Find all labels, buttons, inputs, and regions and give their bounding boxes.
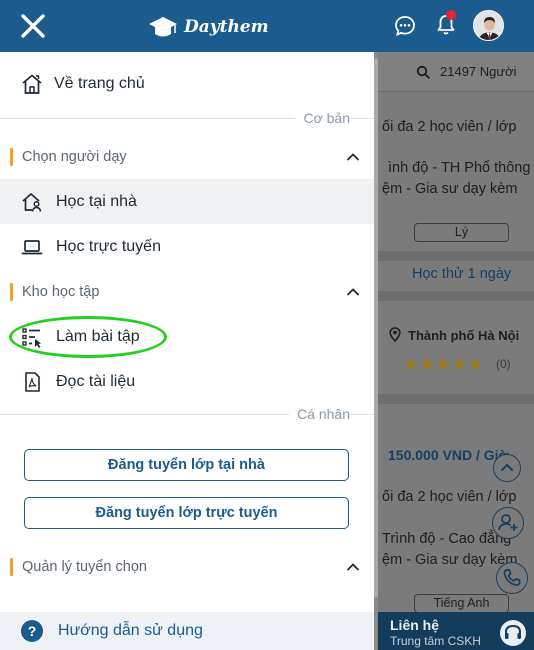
menu-item-home[interactable]: Về trang chủ — [0, 61, 374, 106]
headset-icon — [500, 620, 526, 646]
user-avatar[interactable] — [473, 10, 504, 41]
background-divider — [378, 291, 534, 301]
chevron-up-icon — [347, 563, 359, 571]
help-guide-row[interactable]: ? Hướng dẫn sử dụng — [0, 612, 374, 650]
section-title-basic: Cơ bản — [295, 110, 350, 126]
help-label: Hướng dẫn sử dụng — [58, 622, 203, 639]
background-subject-badge: Tiếng Anh — [414, 594, 509, 613]
background-location: Thành phố Hà Nội — [408, 328, 520, 343]
top-app-bar: Daythem — [0, 0, 534, 52]
pdf-document-icon — [25, 371, 40, 392]
scroll-top-button[interactable] — [493, 454, 521, 482]
post-online-class-button[interactable]: Đăng tuyển lớp trực tuyến — [24, 497, 349, 529]
background-text: ệm - Gia sư dạy kèm — [382, 181, 518, 197]
home-icon — [22, 74, 42, 94]
background-text: ối đa 2 học viên / lớp — [382, 489, 517, 505]
menu-item-label: Về trang chủ — [54, 74, 145, 92]
background-text: ối đa 2 học viên / lớp — [382, 119, 517, 135]
background-text: ình độ - TH Phổ thông — [388, 160, 531, 176]
phone-call-button[interactable] — [496, 562, 528, 594]
background-text: Trình độ - Cao đẳng — [382, 531, 512, 547]
group-label: Quản lý tuyển chọn — [22, 559, 147, 575]
background-search-bar: 21497 Người — [378, 52, 534, 92]
menu-item-label: Học tại nhà — [56, 192, 137, 210]
close-icon — [21, 14, 45, 38]
add-user-icon — [498, 514, 518, 531]
background-search-count: 21497 Người — [440, 64, 517, 79]
background-rating-count: (0) — [496, 357, 511, 371]
contact-title: Liên hệ — [390, 617, 440, 633]
group-accent-bar — [10, 283, 13, 301]
group-label: Chọn người dạy — [22, 149, 127, 165]
graduation-cap-icon — [149, 17, 177, 37]
chevron-up-icon — [347, 288, 359, 296]
menu-item-label: Đọc tài liệu — [56, 372, 136, 390]
section-title-personal: Cá nhân — [289, 406, 350, 422]
group-header-learning-store[interactable]: Kho học tập — [10, 281, 360, 303]
menu-item-read-documents[interactable]: Đọc tài liệu — [0, 359, 374, 404]
help-question-icon: ? — [21, 620, 43, 642]
group-header-manage-selection[interactable]: Quản lý tuyển chọn — [10, 556, 360, 578]
background-price: 150.000 VND / Giờ — [388, 447, 509, 463]
close-menu-button[interactable] — [18, 11, 48, 41]
add-user-button[interactable] — [492, 507, 524, 539]
search-icon — [416, 65, 430, 79]
background-subject-badge: Lý — [414, 223, 509, 242]
background-divider — [378, 251, 534, 261]
group-accent-bar — [10, 558, 13, 576]
chat-button[interactable] — [393, 14, 417, 38]
chat-bubble-icon — [395, 16, 415, 37]
menu-item-online-tutoring[interactable]: Học trực tuyến — [0, 224, 374, 269]
phone-icon — [503, 569, 521, 586]
contact-subtitle: Trung tâm CSKH — [390, 634, 481, 648]
laptop-icon — [21, 239, 43, 254]
group-label: Kho học tập — [22, 284, 100, 300]
highlight-annotation — [9, 316, 167, 358]
group-accent-bar — [10, 148, 13, 166]
chevron-up-icon — [501, 463, 513, 471]
menu-item-label: Học trực tuyến — [56, 237, 161, 255]
background-rating-stars: ★★★★★ — [403, 355, 485, 374]
group-header-choose-teacher[interactable]: Chọn người dạy — [10, 146, 360, 168]
notification-dot — [446, 10, 456, 20]
logo-text: Daythem — [184, 17, 269, 37]
drawer-scrollbar-thumb[interactable] — [374, 58, 378, 598]
background-trial-link: Học thử 1 ngày — [412, 266, 512, 282]
house-user-icon — [22, 192, 42, 212]
menu-item-home-tutoring[interactable]: Học tại nhà — [0, 179, 374, 224]
background-divider — [378, 394, 534, 404]
contact-support-widget[interactable]: Liên hệ Trung tâm CSKH — [378, 612, 534, 650]
location-pin-icon — [389, 327, 401, 342]
chevron-up-icon — [347, 153, 359, 161]
post-home-class-button[interactable]: Đăng tuyển lớp tại nhà — [24, 449, 349, 481]
daythem-logo[interactable]: Daythem — [148, 12, 272, 42]
avatar-image — [474, 11, 503, 40]
